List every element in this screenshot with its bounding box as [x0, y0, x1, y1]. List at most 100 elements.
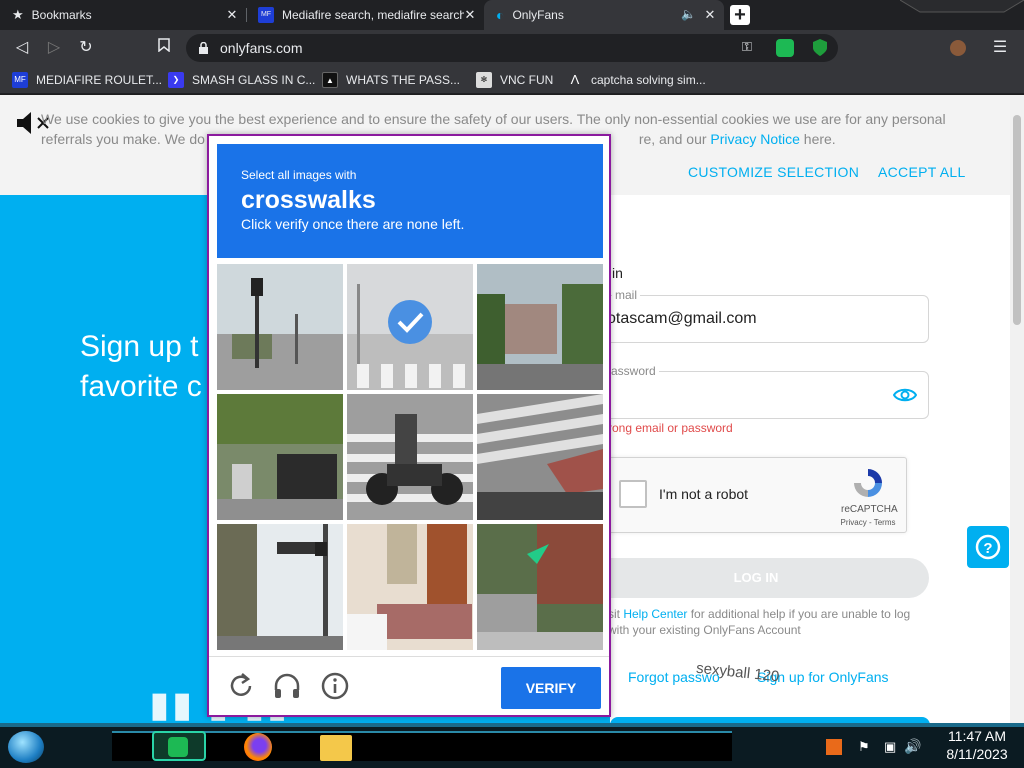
- bookmark-item[interactable]: Λ captcha solving sim...: [567, 70, 706, 90]
- mask-icon: ▲: [322, 72, 338, 88]
- vnc-icon: ✻: [476, 72, 492, 88]
- volume-icon[interactable]: 🔊: [904, 738, 921, 755]
- captcha-hint: Click verify once there are none left.: [241, 216, 465, 232]
- url-text: onlyfans.com: [220, 40, 303, 56]
- help-button[interactable]: ?: [967, 526, 1009, 568]
- clock-date: 8/11/2023: [946, 746, 1008, 762]
- help-center-link[interactable]: Help Center: [623, 607, 687, 621]
- headphones-icon[interactable]: [271, 670, 303, 702]
- email-field[interactable]: otascam@gmail.com: [596, 295, 929, 343]
- taskbar-edge: [0, 723, 1024, 727]
- captcha-footer: VERIFY: [209, 656, 609, 717]
- close-icon[interactable]: ✕: [702, 7, 718, 23]
- tab-title: Mediafire search, mediafire search: [282, 8, 464, 22]
- file-explorer-icon[interactable]: [320, 735, 352, 761]
- privacy-notice-link[interactable]: Privacy Notice: [710, 131, 799, 147]
- key-icon[interactable]: ⚿: [742, 39, 752, 55]
- caret-icon: Λ: [570, 72, 580, 87]
- forward-button[interactable]: ▷: [44, 38, 64, 58]
- avatar[interactable]: [950, 40, 966, 56]
- customize-selection-button[interactable]: CUSTOMIZE SELECTION: [688, 162, 859, 182]
- recaptcha-terms[interactable]: Privacy - Terms: [839, 518, 897, 527]
- captcha-tile-6[interactable]: [477, 394, 603, 520]
- bookmark-item[interactable]: MF MEDIAFIRE ROULET...: [12, 70, 162, 90]
- login-heading: in: [612, 265, 623, 281]
- scroll-thumb[interactable]: [1013, 115, 1021, 325]
- system-clock[interactable]: 11:47 AM 8/11/2023: [930, 727, 1024, 763]
- browser-toolbar: ◁ ▷ ↻ onlyfans.com ⚿ ☰: [0, 30, 1024, 66]
- accept-all-button[interactable]: ACCEPT ALL: [878, 162, 966, 182]
- captcha-tile-7[interactable]: [217, 524, 343, 650]
- new-tab-button[interactable]: +: [730, 5, 750, 25]
- bookmark-label: VNC FUN: [500, 73, 554, 87]
- captcha-tile-9[interactable]: [477, 524, 603, 650]
- mediafire-icon: MF: [258, 7, 274, 23]
- address-bar[interactable]: onlyfans.com ⚿: [186, 34, 838, 62]
- check-icon: [388, 300, 432, 344]
- reload-icon[interactable]: [225, 670, 257, 702]
- network-icon[interactable]: ▣: [884, 739, 896, 755]
- shield-icon[interactable]: [812, 38, 828, 57]
- svg-text:?: ?: [983, 540, 992, 557]
- star-icon: ★: [12, 7, 24, 22]
- tab-onlyfans[interactable]: ◐ OnlyFans 🔈 ✕: [484, 0, 724, 30]
- taskbar: ⚑ ▣ 🔊 11:47 AM 8/11/2023: [0, 723, 1024, 768]
- captcha-target: crosswalks: [241, 186, 376, 214]
- speaker-icon[interactable]: 🔈: [681, 7, 696, 21]
- verify-button[interactable]: VERIFY: [501, 667, 601, 709]
- close-icon[interactable]: ✕: [224, 7, 240, 23]
- bookmark-label: SMASH GLASS IN C...: [192, 73, 316, 87]
- tab-title: OnlyFans: [512, 8, 564, 22]
- question-icon: ?: [975, 534, 1001, 560]
- recaptcha-label: I'm not a robot: [659, 486, 749, 502]
- bookmark-item[interactable]: ❯ SMASH GLASS IN C...: [168, 70, 315, 90]
- captcha-instruction: Select all images with: [241, 168, 357, 182]
- menu-icon[interactable]: ☰: [990, 38, 1010, 58]
- close-icon[interactable]: ✕: [462, 7, 478, 23]
- tab-title: Bookmarks: [31, 8, 92, 22]
- hero-title: Sign up t favorite c: [80, 330, 202, 403]
- scrollbar[interactable]: [1010, 95, 1024, 723]
- captcha-tile-4[interactable]: [217, 394, 343, 520]
- bookmark-label: MEDIAFIRE ROULET...: [36, 73, 163, 87]
- login-button[interactable]: LOG IN: [583, 558, 929, 598]
- start-button[interactable]: [8, 731, 44, 763]
- back-button[interactable]: ◁: [12, 38, 32, 58]
- window-frame-decoration: [900, 0, 1024, 13]
- mediafire-icon: MF: [12, 72, 28, 88]
- tab-bookmarks[interactable]: ★ Bookmarks ✕: [0, 0, 246, 30]
- bookmark-icon[interactable]: [154, 38, 174, 58]
- recaptcha-widget: I'm not a robot reCAPTCHA Privacy - Term…: [600, 457, 907, 533]
- app-tray-icon[interactable]: [826, 739, 842, 755]
- tab-mediafire[interactable]: MF Mediafire search, mediafire search ✕: [246, 0, 484, 30]
- firefox-icon[interactable]: [244, 733, 272, 761]
- spotify-icon: [168, 737, 188, 757]
- captcha-tile-3[interactable]: [477, 264, 603, 390]
- eye-icon[interactable]: [893, 386, 917, 404]
- info-icon[interactable]: [319, 670, 351, 702]
- chevron-icon: ❯: [168, 72, 184, 88]
- bookmark-item[interactable]: ✻ VNC FUN: [476, 70, 553, 90]
- captcha-tile-2[interactable]: [347, 264, 473, 390]
- flag-icon[interactable]: ⚑: [858, 739, 870, 755]
- app-spotify[interactable]: [152, 731, 206, 761]
- lock-icon: [199, 42, 208, 54]
- captcha-tile-5[interactable]: [347, 394, 473, 520]
- recaptcha-logo-icon: [854, 469, 882, 497]
- extension-icon[interactable]: [776, 39, 794, 57]
- help-text: sit Help Center for additional help if y…: [608, 607, 911, 637]
- bookmark-label: captcha solving sim...: [591, 73, 706, 87]
- password-label: assword: [608, 364, 659, 378]
- bookmark-label: WHATS THE PASS...: [346, 73, 461, 87]
- onlyfans-icon: ◐: [496, 7, 505, 23]
- captcha-tile-8[interactable]: [347, 524, 473, 650]
- reload-button[interactable]: ↻: [76, 38, 96, 58]
- recaptcha-checkbox[interactable]: [619, 480, 647, 508]
- captcha-challenge: Select all images with crosswalks Click …: [207, 134, 611, 717]
- captcha-tile-1[interactable]: [217, 264, 343, 390]
- password-field[interactable]: [596, 371, 929, 419]
- bookmark-item[interactable]: ▲ WHATS THE PASS...: [322, 70, 460, 90]
- email-value: otascam@gmail.com: [607, 310, 757, 327]
- captcha-header: Select all images with crosswalks Click …: [217, 144, 603, 258]
- clock-time: 11:47 AM: [947, 728, 1007, 744]
